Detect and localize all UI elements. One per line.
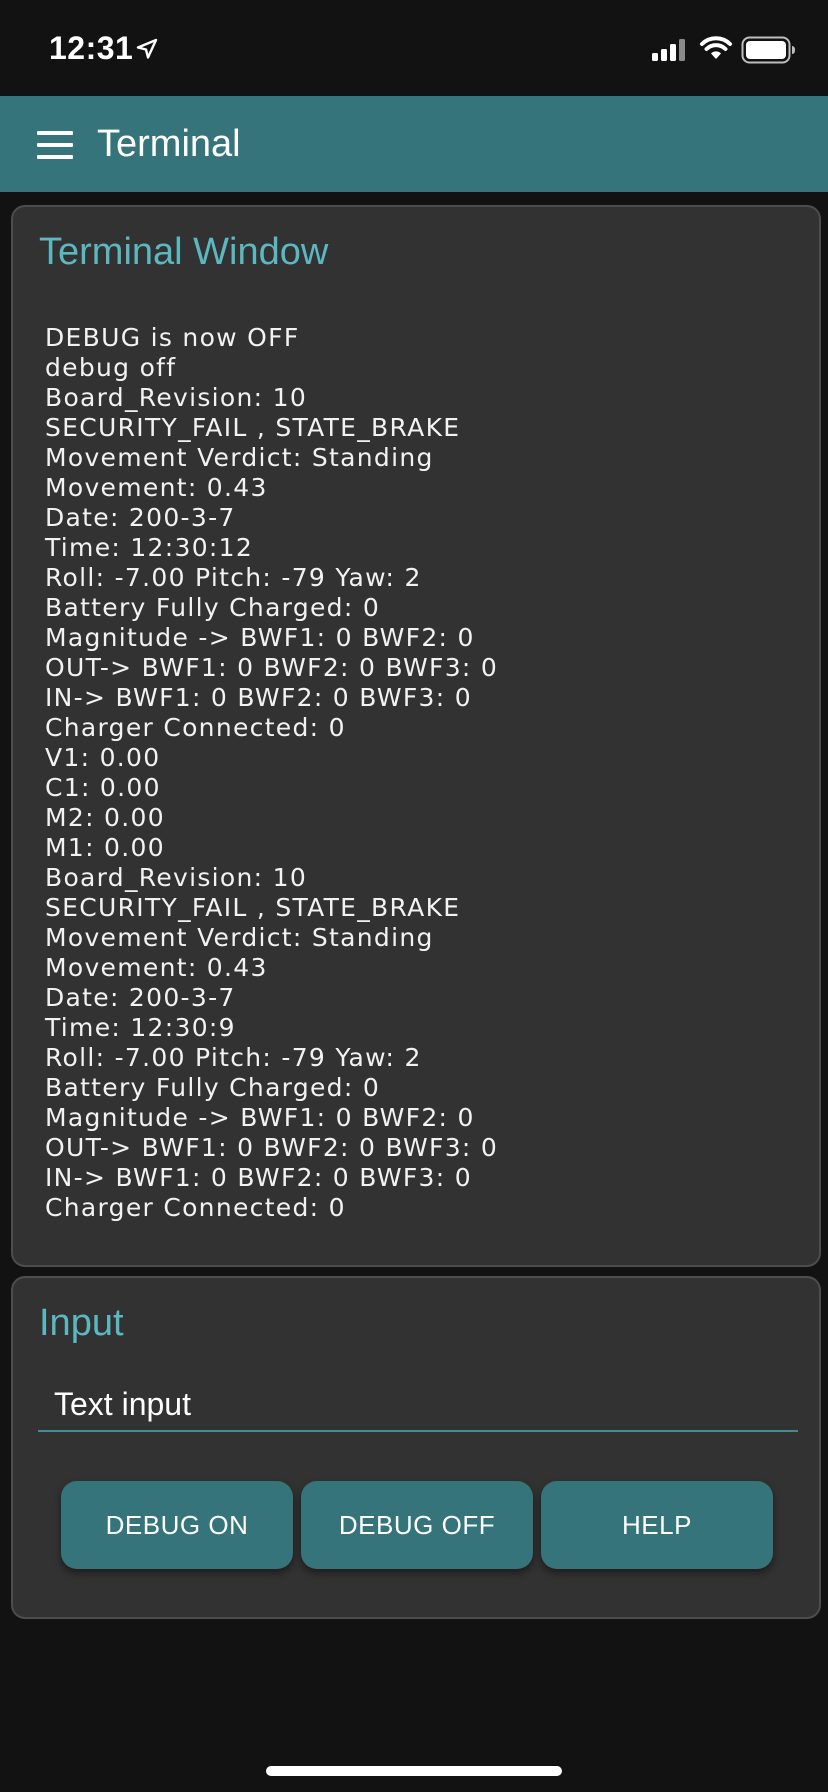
terminal-line: Board_Revision: 10	[45, 863, 308, 892]
terminal-line: Battery Fully Charged: 0	[45, 593, 381, 622]
terminal-line: DEBUG is now OFF	[45, 323, 300, 352]
cellular-signal-icon	[652, 39, 685, 61]
terminal-line: Board_Revision: 10	[45, 383, 308, 412]
terminal-line: M1: 0.00	[45, 833, 165, 862]
terminal-line: IN-> BWF1: 0 BWF2: 0 BWF3: 0	[45, 683, 472, 712]
terminal-line: Movement Verdict: Standing	[45, 923, 434, 952]
input-card: Input DEBUG ON DEBUG OFF HELP	[11, 1276, 821, 1619]
wifi-icon	[700, 36, 732, 59]
terminal-line: Time: 12:30:9	[45, 1013, 236, 1042]
terminal-line: Time: 12:30:12	[45, 533, 254, 562]
debug-on-button[interactable]: DEBUG ON	[61, 1481, 293, 1569]
location-arrow-icon	[136, 38, 158, 59]
input-section-title: Input	[39, 1302, 124, 1344]
debug-off-button[interactable]: DEBUG OFF	[301, 1481, 533, 1569]
battery-icon	[741, 36, 795, 64]
terminal-window-card: Terminal Window DEBUG is now OFF debug of…	[11, 205, 821, 1267]
terminal-line: Magnitude -> BWF1: 0 BWF2: 0	[45, 1103, 475, 1132]
status-bar: 12:31	[0, 0, 828, 96]
terminal-line: OUT-> BWF1: 0 BWF2: 0 BWF3: 0	[45, 653, 499, 682]
terminal-line: M2: 0.00	[45, 803, 165, 832]
terminal-line: Battery Fully Charged: 0	[45, 1073, 381, 1102]
terminal-line: debug off	[45, 353, 177, 382]
help-button[interactable]: HELP	[541, 1481, 773, 1569]
terminal-line: Movement Verdict: Standing	[45, 443, 434, 472]
terminal-window-title: Terminal Window	[39, 231, 329, 273]
terminal-line: SECURITY_FAIL , STATE_BRAKE	[45, 893, 461, 922]
status-time: 12:31	[49, 30, 134, 66]
terminal-line: Movement: 0.43	[45, 953, 268, 982]
terminal-line: SECURITY_FAIL , STATE_BRAKE	[45, 413, 461, 442]
terminal-output: DEBUG is now OFF debug off Board_Revision:…	[45, 323, 805, 1223]
app-title: Terminal	[97, 123, 241, 165]
terminal-line: Charger Connected: 0	[45, 1193, 346, 1222]
terminal-line: IN-> BWF1: 0 BWF2: 0 BWF3: 0	[45, 1163, 472, 1192]
terminal-line: C1: 0.00	[45, 773, 161, 802]
terminal-line: Date: 200-3-7	[45, 983, 236, 1012]
home-indicator[interactable]	[266, 1766, 562, 1776]
terminal-line: Charger Connected: 0	[45, 713, 346, 742]
terminal-line: Magnitude -> BWF1: 0 BWF2: 0	[45, 623, 475, 652]
terminal-line: OUT-> BWF1: 0 BWF2: 0 BWF3: 0	[45, 1133, 499, 1162]
terminal-line: Roll: -7.00 Pitch: -79 Yaw: 2	[45, 1043, 422, 1072]
terminal-line: Roll: -7.00 Pitch: -79 Yaw: 2	[45, 563, 422, 592]
terminal-line: V1: 0.00	[45, 743, 161, 772]
hamburger-menu-icon[interactable]	[37, 131, 75, 159]
text-input-field[interactable]	[38, 1374, 798, 1432]
terminal-line: Date: 200-3-7	[45, 503, 236, 532]
terminal-line: Movement: 0.43	[45, 473, 268, 502]
